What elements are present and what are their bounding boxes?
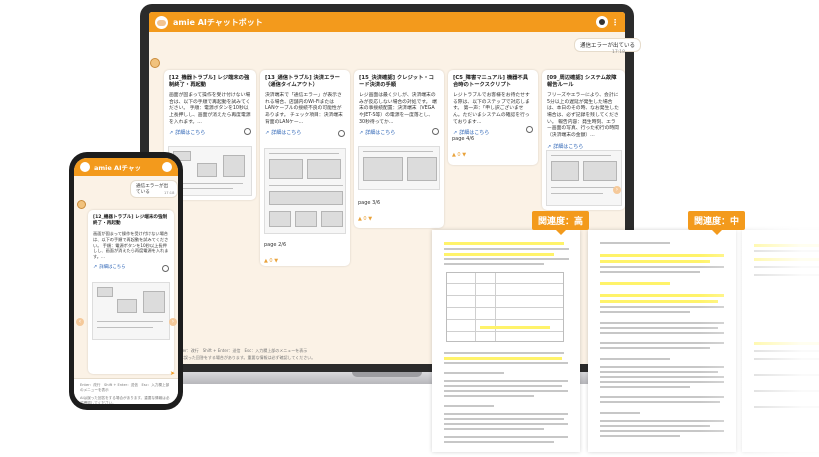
page-indicator: page 4/6 xyxy=(452,136,475,142)
ai-badge-icon xyxy=(526,126,533,133)
card-title: [15_決済確認] クレジット・コード決済の手順 xyxy=(359,75,434,89)
card-title: [C5_障害マニュアル] 機器不具合時のトークスクリプト xyxy=(453,75,529,89)
phone-app-title: amie AIチャッ xyxy=(94,164,141,172)
manual-thumbnail[interactable] xyxy=(264,148,346,234)
user-avatar-icon[interactable] xyxy=(162,162,172,172)
app-header: amie AIチャットボット ⋮ xyxy=(149,12,625,32)
laptop-input-hint[interactable]: Enter：改行 Shift + Enter：送信 Esc：入力欄上部のメニュー… xyxy=(176,348,446,354)
manual-thumbnail[interactable] xyxy=(92,282,170,340)
result-card[interactable]: [13_通信トラブル] 決済エラー（通信タイムアウト） 決済端末で「通信エラー」… xyxy=(260,70,350,266)
send-icon[interactable]: ➤ xyxy=(170,370,175,377)
phone-disclaimer: AIは誤った回答をする場合があります。重要な情報は必ず確認してください。 xyxy=(80,396,170,404)
phone-app-header: amie AIチャッ xyxy=(74,158,178,176)
result-card[interactable]: [C5_障害マニュアル] 機器不具合時のトークスクリプト レジトラブルでお客様を… xyxy=(448,70,538,165)
card-body: 決済端末で「通信エラー」が表示される場合、店舗内のWi-Fiまたは LANケーブ… xyxy=(265,92,343,125)
app-logo-icon xyxy=(155,15,168,29)
card-title: [12_機器トラブル] レジ端末の強制終了・再起動 xyxy=(169,75,250,89)
card-body: フリーズやエラーにより、会計に5分以上の遅延が発生した場合は、本日のその時、なお… xyxy=(547,92,619,139)
result-card[interactable]: [15_決済確認] クレジット・コード決済の手順 レジ画面は最く少しが、決済端末… xyxy=(354,70,444,228)
laptop-notch xyxy=(352,372,422,377)
laptop-disclaimer: AIは誤った回答をする場合があります。重要な情報は必ず確認してください。 xyxy=(176,355,316,360)
card-title: [09_周辺確認] システム故障報告ルール xyxy=(547,75,617,89)
ai-badge-icon xyxy=(244,128,251,135)
card-detail-link[interactable]: 詳細はこちら xyxy=(93,264,169,271)
page-indicator: page 3/6 xyxy=(358,200,381,206)
bot-avatar xyxy=(77,200,86,209)
app-logo-icon xyxy=(80,162,90,172)
phone-message-time: 17:18 xyxy=(164,191,175,195)
relevance-badge-mid: 関連度：中 xyxy=(688,211,746,235)
carousel-next-icon[interactable]: › xyxy=(613,186,621,194)
phone-result-card[interactable]: [12_機器トラブル] レジ端末の強制終了・再起動 画面が固まって操作を受け付け… xyxy=(88,210,174,374)
manual-thumbnail[interactable] xyxy=(546,150,622,206)
ai-badge-icon xyxy=(338,130,345,137)
card-body: 画面が固まって操作を受け付けない場合は、以下の手順で再起動を試みてください。 手… xyxy=(169,92,251,125)
feedback-icons[interactable]: ▲ 0 ▼ xyxy=(358,216,372,223)
message-time: 17:18 xyxy=(612,50,625,55)
bot-avatar xyxy=(150,58,160,68)
user-avatar-icon[interactable] xyxy=(596,16,608,28)
phone-carousel-prev-icon[interactable]: ‹ xyxy=(76,318,84,326)
relevance-badge-high: 関連度：高 xyxy=(532,211,590,235)
phone-input-area[interactable]: Enter：改行 Shift + Enter：送信 Esc：入力欄上部のメニュー… xyxy=(74,378,178,404)
user-message-bubble: 通信エラーが出ている xyxy=(574,38,642,52)
page-indicator: page 2/6 xyxy=(264,242,287,248)
phone-user-message: 通信エラーが出ている xyxy=(130,180,178,198)
card-body: 画面が固まって操作を受け付けない場合は、以下の手順で再起動を試みてください。 手… xyxy=(93,230,169,260)
manual-thumbnail[interactable] xyxy=(358,146,440,190)
card-title: [13_通信トラブル] 決済エラー（通信タイムアウト） xyxy=(265,75,340,89)
ai-badge-icon xyxy=(162,265,169,272)
phone-input-hint: Enter：改行 Shift + Enter：送信 Esc：入力欄上部のメニュー… xyxy=(80,383,170,392)
feedback-icons[interactable]: ▲ 0 ▼ xyxy=(264,258,278,265)
ai-badge-icon xyxy=(432,128,439,135)
app-title: amie AIチャットボット xyxy=(173,17,263,27)
document-page-high xyxy=(432,230,580,452)
phone-screen: amie AIチャッ 通信エラーが出ている 17:18 [12_機器トラブル] … xyxy=(74,158,178,404)
card-detail-link[interactable]: 詳細はこちら xyxy=(169,130,251,137)
card-detail-link[interactable]: 詳細はこちら xyxy=(359,130,439,137)
phone-carousel-next-icon[interactable]: › xyxy=(169,318,177,326)
feedback-icons[interactable]: ▲ 0 ▼ xyxy=(452,152,466,159)
promo-composite: amie AIチャットボット ⋮ 通信エラーが出ている 17:18 [12_機器… xyxy=(0,0,819,457)
card-detail-link[interactable]: 詳細はこちら xyxy=(265,130,345,137)
card-title: [12_機器トラブル] レジ端末の強制終了・再起動 xyxy=(93,215,168,227)
card-body: レジトラブルでお客様をお待たせする際は、以下のステップで対応します。 第一声：「… xyxy=(453,92,530,125)
card-body: レジ画面は最く少しが、決済端末のみが反応しない場合の対処です。 端末の事接続配置… xyxy=(359,92,437,125)
kebab-menu-icon[interactable]: ⋮ xyxy=(611,18,619,27)
